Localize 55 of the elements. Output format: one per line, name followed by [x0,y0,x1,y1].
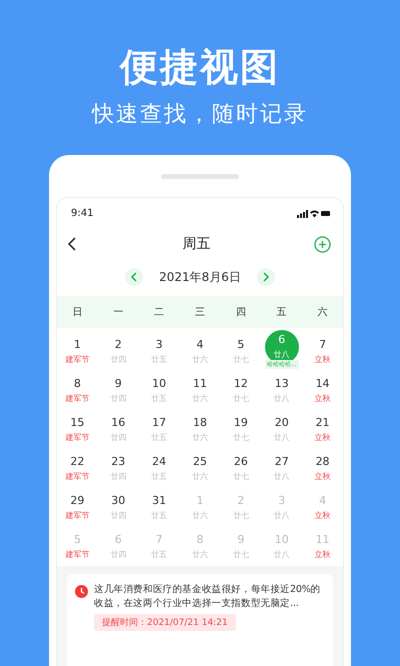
weekday-label: 日 [72,306,82,319]
calendar-day[interactable]: 13 廿八 [264,374,299,408]
calendar-day[interactable]: 9 廿四 [101,374,136,408]
weekday-label: 三 [194,306,205,319]
calendar-day[interactable]: 22 建军节 [60,452,94,486]
status-time: 9:41 [71,208,94,218]
calendar-day[interactable]: 10 廿五 [142,374,176,408]
calendar-day[interactable]: 14 立秋 [306,374,340,408]
calendar-day[interactable]: 3 廿五 [142,335,176,369]
calendar-day[interactable]: 8 建军节 [60,374,94,408]
calendar-day[interactable]: 21 立秋 [306,413,340,447]
weekday-label: 五 [276,306,287,319]
current-date: 2021年8月6日 [159,268,241,286]
calendar-day[interactable]: 7 立秋 [306,335,340,369]
calendar-day[interactable]: 25 廿六 [182,452,217,486]
previous-day-button[interactable] [125,268,144,286]
chevron-right-icon [262,272,270,282]
weekday-label: 二 [154,306,164,319]
calendar-day[interactable]: 18 廿六 [182,413,217,447]
calendar-day[interactable]: 19 廿七 [224,413,258,447]
calendar-day[interactable]: 30 廿四 [101,491,136,525]
calendar-day[interactable]: 20 廿八 [264,413,299,447]
clock-icon [75,585,88,598]
chevron-left-icon [130,272,138,282]
calendar-day[interactable]: 24 廿五 [142,452,176,486]
calendar-day[interactable]: 26 廿七 [224,452,258,486]
next-day-button[interactable] [256,268,275,286]
calendar-day[interactable]: 28 立秋 [306,452,340,486]
headline: 便捷视图 [120,44,280,91]
calendar-day[interactable]: 17 廿五 [142,413,176,447]
calendar-day[interactable]: 11 廿六 [182,374,217,408]
calendar-day[interactable]: 15 建军节 [60,413,94,447]
reminder-time: 提醒时间：2021/07/21 14:21 [94,614,236,631]
calendar-day[interactable]: 5 廿七 [224,335,258,369]
subheadline: 快速查找，随时记录 [92,101,308,129]
status-icons [297,208,331,218]
calendar-day[interactable]: 4 廿六 [182,335,217,369]
calendar-day[interactable]: 4 立秋 [306,491,340,525]
calendar-day[interactable]: 11 立秋 [306,530,340,564]
reminder-text: 这几年消费和医疗的基金收益很好，每年接近20%的收益，在这两个行业中选择一支指数型无脑定... [94,583,322,611]
page-title: 周五 [182,235,210,253]
calendar-day[interactable]: 12 廿七 [224,374,258,408]
calendar-day[interactable]: 2 廿四 [101,335,136,369]
calendar-day[interactable]: 1 建军节 [60,335,94,369]
reminder-card[interactable]: 这几年消费和医疗的基金收益很好，每年接近20%的收益，在这两个行业中选择一支指数型无脑定... 提醒时间：2021/07/21 14:21 [67,574,333,666]
calendar-day[interactable]: 27 廿八 [264,452,299,486]
calendar-day[interactable]: 29 建军节 [60,491,94,525]
calendar-day[interactable]: 31 廿五 [142,491,176,525]
calendar-day[interactable]: 23 廿四 [101,452,136,486]
calendar-day[interactable]: 5 建军节 [60,530,94,564]
weekday-label: 六 [318,306,328,319]
add-button[interactable] [314,236,331,252]
weekday-label: 一 [113,306,124,319]
weekday-label: 四 [236,306,246,319]
calendar-day[interactable]: 16 廿四 [101,413,136,447]
